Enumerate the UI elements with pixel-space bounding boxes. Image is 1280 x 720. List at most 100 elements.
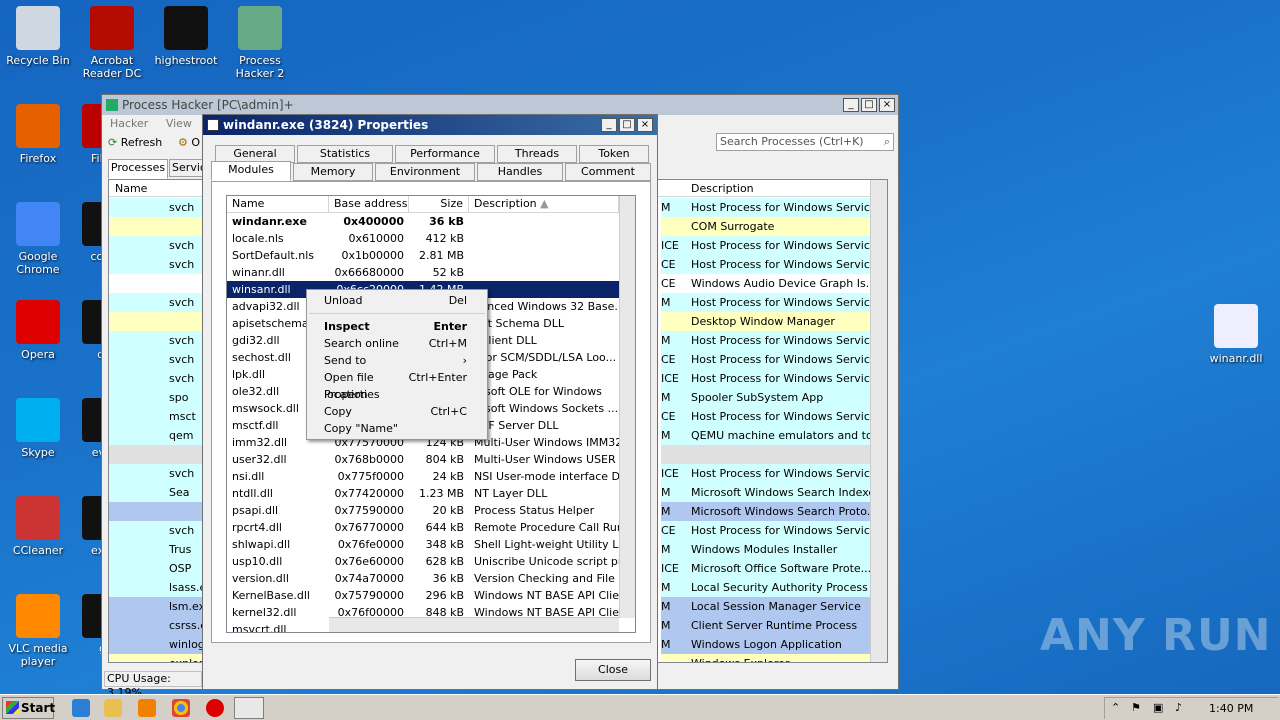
module-row[interactable]: KernelBase.dll 0x75790000 296 kB Windows NT… <box>227 587 635 604</box>
process-hacker-titlebar[interactable]: Process Hacker [PC\admin]+ _ □ × <box>102 95 898 115</box>
desktop-icon-process-hacker-2[interactable]: Process Hacker 2 <box>222 6 298 80</box>
process-description-row[interactable]: M Host Process for Windows Services <box>661 331 871 350</box>
menu-item-open-file-location[interactable]: Open file location Ctrl+Enter <box>307 369 487 401</box>
modules-scrollbar-vertical[interactable] <box>619 196 635 618</box>
clock[interactable]: 1:40 PM <box>1209 702 1253 715</box>
module-row[interactable]: shlwapi.dll 0x76fe0000 348 kB Shell Light-w… <box>227 536 635 553</box>
module-row[interactable]: ntdll.dll 0x77420000 1.23 MB NT Layer DLL <box>227 485 635 502</box>
explorer-icon[interactable] <box>104 699 122 717</box>
process-description-row[interactable]: M Local Session Manager Service <box>661 597 871 616</box>
options-button[interactable]: ⚙ O <box>178 136 200 149</box>
tab-environment[interactable]: Environment <box>375 163 475 181</box>
process-description-row[interactable]: CE Host Process for Windows Services <box>661 521 871 540</box>
process-row[interactable]: svch <box>109 464 209 483</box>
modules-scrollbar-horizontal[interactable] <box>329 617 619 632</box>
desktop-icon-acrobat-reader-dc[interactable]: Acrobat Reader DC <box>74 6 150 80</box>
tab-processes[interactable]: Processes <box>108 159 168 179</box>
tab-memory[interactable]: Memory <box>293 163 373 181</box>
process-description-row[interactable]: COM Surrogate <box>661 217 871 236</box>
process-description-row[interactable]: ICE Host Process for Windows Services <box>661 236 871 255</box>
process-description-row[interactable]: M Local Security Authority Process <box>661 578 871 597</box>
search-processes-input[interactable]: Search Processes (Ctrl+K) ⌕ <box>716 133 894 151</box>
process-row[interactable]: svch <box>109 236 209 255</box>
process-tree-scrollbar[interactable] <box>870 180 887 662</box>
process-row[interactable]: svch <box>109 198 209 217</box>
process-description-row[interactable]: M Windows Modules Installer <box>661 540 871 559</box>
start-button[interactable]: Start <box>2 697 55 719</box>
process-row[interactable]: svch <box>109 521 209 540</box>
tab-threads[interactable]: Threads <box>497 145 577 163</box>
menu-view[interactable]: View <box>166 117 192 130</box>
desktop-icon-firefox[interactable]: Firefox <box>0 104 76 165</box>
module-row[interactable]: user32.dll 0x768b0000 804 kB Multi-User Win… <box>227 451 635 468</box>
column-base-address[interactable]: Base address <box>329 196 409 212</box>
menu-item-inspect[interactable]: Inspect Enter <box>307 318 487 335</box>
desktop-icon-recycle-bin[interactable]: Recycle Bin <box>0 6 76 67</box>
refresh-button[interactable]: ⟳ Refresh <box>108 136 162 149</box>
process-description-row[interactable] <box>661 445 871 464</box>
column-description[interactable]: Description ▲ <box>469 196 619 212</box>
process-description-row[interactable]: Windows Explorer <box>661 654 871 662</box>
process-row[interactable] <box>109 274 209 293</box>
close-dialog-button[interactable]: Close <box>575 659 651 681</box>
process-row[interactable] <box>109 312 209 331</box>
module-row[interactable]: usp10.dll 0x76e60000 628 kB Uniscribe Unico… <box>227 553 635 570</box>
process-description-row[interactable]: M Host Process for Windows Services <box>661 198 871 217</box>
process-hacker-task[interactable] <box>234 697 264 719</box>
menu-item-unload[interactable]: Unload Del <box>307 292 487 309</box>
desktop-icon-highestroot[interactable]: highestroot <box>148 6 224 67</box>
process-description-row[interactable]: M Client Server Runtime Process <box>661 616 871 635</box>
module-row[interactable]: SortDefault.nls 0x1b00000 2.81 MB <box>227 247 635 264</box>
process-row[interactable]: csrss.exe <box>109 616 209 635</box>
column-description[interactable]: Description <box>691 182 754 195</box>
properties-titlebar[interactable]: windanr.exe (3824) Properties _ □ × <box>203 115 657 135</box>
tab-modules[interactable]: Modules <box>211 161 291 181</box>
close-button[interactable]: × <box>879 98 895 112</box>
opera-icon[interactable] <box>206 699 224 717</box>
module-row[interactable]: psapi.dll 0x77590000 20 kB Process Status H… <box>227 502 635 519</box>
chrome-icon[interactable] <box>172 699 190 717</box>
tray-expand-icon[interactable]: ⌃ <box>1111 701 1120 714</box>
process-description-row[interactable]: M Spooler SubSystem App <box>661 388 871 407</box>
process-description-row[interactable]: ICE Host Process for Windows Services <box>661 369 871 388</box>
process-row[interactable] <box>109 217 209 236</box>
maximize-button[interactable]: □ <box>861 98 877 112</box>
dialog-close-button[interactable]: × <box>637 118 653 132</box>
process-description-row[interactable]: ICE Host Process for Windows Services <box>661 464 871 483</box>
process-row[interactable]: svch <box>109 369 209 388</box>
desktop-icon-google-chrome[interactable]: Google Chrome <box>0 202 76 276</box>
process-description-row[interactable]: M Microsoft Windows Search Proto... <box>661 502 871 521</box>
process-row[interactable]: msct <box>109 407 209 426</box>
minimize-button[interactable]: _ <box>843 98 859 112</box>
volume-icon[interactable]: ♪ <box>1175 701 1182 714</box>
module-row[interactable]: rpcrt4.dll 0x76770000 644 kB Remote Procedu… <box>227 519 635 536</box>
process-row[interactable]: lsm.exe <box>109 597 209 616</box>
tab-token[interactable]: Token <box>579 145 649 163</box>
column-size[interactable]: Size <box>409 196 469 212</box>
process-description-row[interactable]: CE Host Process for Windows Services <box>661 407 871 426</box>
tab-handles[interactable]: Handles <box>477 163 563 181</box>
menu-item-copy[interactable]: Copy Ctrl+C <box>307 403 487 420</box>
process-row[interactable]: Sea <box>109 483 209 502</box>
process-description-row[interactable]: CE Windows Audio Device Graph Is... <box>661 274 871 293</box>
desktop-icon-vlc-media-player[interactable]: VLC media player <box>0 594 76 668</box>
desktop-icon-skype[interactable]: Skype <box>0 398 76 459</box>
desktop-icon-ccleaner[interactable]: CCleaner <box>0 496 76 557</box>
process-row[interactable]: Trus <box>109 540 209 559</box>
process-description-row[interactable]: M Host Process for Windows Services <box>661 293 871 312</box>
process-description-row[interactable]: Desktop Window Manager <box>661 312 871 331</box>
ie-icon[interactable] <box>72 699 90 717</box>
module-row[interactable]: version.dll 0x74a70000 36 kB Version Checki… <box>227 570 635 587</box>
menu-item-send-to[interactable]: Send to › <box>307 352 487 369</box>
process-description-row[interactable]: M Microsoft Windows Search Indexer <box>661 483 871 502</box>
process-row[interactable]: svch <box>109 331 209 350</box>
process-row[interactable]: svch <box>109 293 209 312</box>
menu-item-properties[interactable]: Properties <box>307 386 487 403</box>
process-description-row[interactable]: M QEMU machine emulators and tools <box>661 426 871 445</box>
tab-performance[interactable]: Performance <box>395 145 495 163</box>
module-row[interactable]: locale.nls 0x610000 412 kB <box>227 230 635 247</box>
module-row[interactable]: windanr.exe 0x400000 36 kB <box>227 213 635 230</box>
tab-statistics[interactable]: Statistics <box>297 145 393 163</box>
module-row[interactable]: nsi.dll 0x775f0000 24 kB NSI User-mode inte… <box>227 468 635 485</box>
tab-comment[interactable]: Comment <box>565 163 651 181</box>
